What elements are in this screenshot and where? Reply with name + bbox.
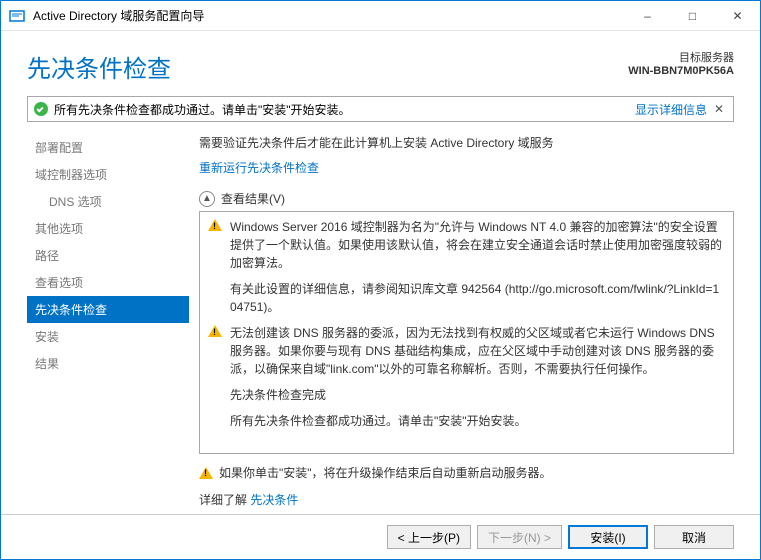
result-row-4: 所有先决条件检查都成功通过。请单击"安装"开始安装。 xyxy=(208,412,725,430)
banner-text: 所有先决条件检查都成功通过。请单击"安装"开始安装。 xyxy=(54,101,635,118)
results-header: ▲ 查看结果(V) xyxy=(199,190,734,207)
result-row-0: Windows Server 2016 域控制器为名为"允许与 Windows … xyxy=(208,218,725,272)
rerun-check-link[interactable]: 重新运行先决条件检查 xyxy=(199,159,734,176)
warning-icon xyxy=(199,467,213,479)
result-text: 先决条件检查完成 xyxy=(230,386,725,404)
sidebar-item-6: 先决条件检查 xyxy=(27,296,189,323)
target-server-name: WIN-BBN7M0PK56A xyxy=(628,65,734,77)
wizard-sidebar: 部署配置域控制器选项DNS 选项其他选项路径查看选项先决条件检查安装结果 xyxy=(27,132,189,514)
minimize-button[interactable]: – xyxy=(625,1,670,30)
page-header: 先决条件检查 目标服务器 WIN-BBN7M0PK56A xyxy=(1,31,760,96)
warning-icon xyxy=(208,218,224,272)
sidebar-item-5[interactable]: 查看选项 xyxy=(27,269,189,296)
status-banner: 所有先决条件检查都成功通过。请单击"安装"开始安装。 显示详细信息 ✕ xyxy=(27,96,734,122)
learn-more-link[interactable]: 先决条件 xyxy=(250,491,298,508)
chevron-up-icon[interactable]: ▲ xyxy=(199,191,215,207)
check-icon xyxy=(208,412,224,430)
sidebar-item-7[interactable]: 安装 xyxy=(27,323,189,350)
result-text: 有关此设置的详细信息，请参阅知识库文章 942564 (http://go.mi… xyxy=(230,280,725,316)
sidebar-item-4[interactable]: 路径 xyxy=(27,242,189,269)
main-description: 需要验证先决条件后才能在此计算机上安装 Active Directory 域服务 xyxy=(199,134,734,151)
sidebar-item-8[interactable]: 结果 xyxy=(27,350,189,377)
check-icon xyxy=(34,102,48,116)
window-title: Active Directory 域服务配置向导 xyxy=(33,7,625,24)
footer-warning-text: 如果你单击"安装"，将在升级操作结束后自动重新启动服务器。 xyxy=(219,464,552,481)
maximize-button[interactable]: □ xyxy=(670,1,715,30)
spacer xyxy=(208,280,224,316)
result-text: 所有先决条件检查都成功通过。请单击"安装"开始安装。 xyxy=(230,412,725,430)
result-row-3: 先决条件检查完成 xyxy=(208,386,725,404)
button-bar: < 上一步(P) 下一步(N) > 安装(I) 取消 xyxy=(1,514,760,559)
learn-prefix: 详细了解 xyxy=(199,493,250,507)
titlebar: Active Directory 域服务配置向导 – □ ✕ xyxy=(1,1,760,31)
banner-close-icon[interactable]: ✕ xyxy=(711,102,727,116)
cancel-button[interactable]: 取消 xyxy=(654,525,734,549)
install-button[interactable]: 安装(I) xyxy=(568,525,648,549)
result-row-2: 无法创建该 DNS 服务器的委派，因为无法找到有权威的父区域或者它未运行 Win… xyxy=(208,324,725,378)
main-panel: 需要验证先决条件后才能在此计算机上安装 Active Directory 域服务… xyxy=(189,132,760,514)
check-icon xyxy=(208,386,224,404)
footer-warning: 如果你单击"安装"，将在升级操作结束后自动重新启动服务器。 xyxy=(199,464,734,481)
prev-button[interactable]: < 上一步(P) xyxy=(387,525,471,549)
target-server-box: 目标服务器 WIN-BBN7M0PK56A xyxy=(628,49,734,77)
result-row-1: 有关此设置的详细信息，请参阅知识库文章 942564 (http://go.mi… xyxy=(208,280,725,316)
results-box[interactable]: Windows Server 2016 域控制器为名为"允许与 Windows … xyxy=(199,211,734,454)
results-header-label: 查看结果(V) xyxy=(221,190,285,207)
app-icon xyxy=(9,8,25,24)
learn-more: 详细了解 先决条件 xyxy=(199,491,734,508)
sidebar-item-1[interactable]: 域控制器选项 xyxy=(27,161,189,188)
page-title: 先决条件检查 xyxy=(27,49,628,84)
sidebar-item-3[interactable]: 其他选项 xyxy=(27,215,189,242)
warning-icon xyxy=(208,324,224,378)
next-button: 下一步(N) > xyxy=(477,525,562,549)
sidebar-item-2[interactable]: DNS 选项 xyxy=(27,188,189,215)
result-text: Windows Server 2016 域控制器为名为"允许与 Windows … xyxy=(230,218,725,272)
close-button[interactable]: ✕ xyxy=(715,1,760,30)
target-label: 目标服务器 xyxy=(628,49,734,65)
show-details-link[interactable]: 显示详细信息 xyxy=(635,101,707,118)
result-text: 无法创建该 DNS 服务器的委派，因为无法找到有权威的父区域或者它未运行 Win… xyxy=(230,324,725,378)
sidebar-item-0[interactable]: 部署配置 xyxy=(27,134,189,161)
